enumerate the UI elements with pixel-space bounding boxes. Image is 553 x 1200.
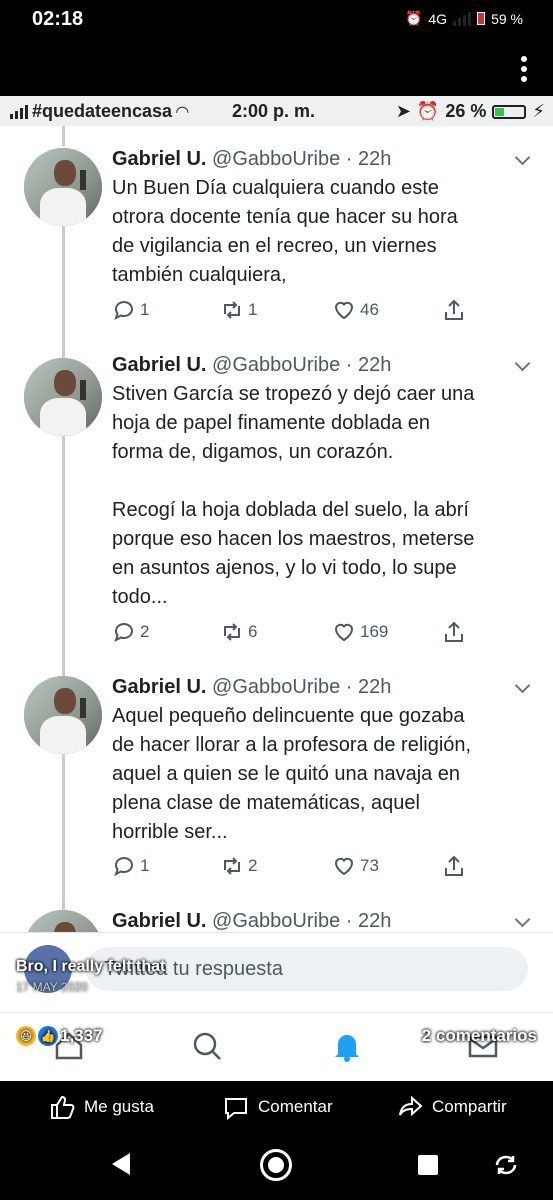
facebook-action-bar: Me gusta Comentar Compartir xyxy=(0,1081,553,1131)
avatar[interactable] xyxy=(24,676,102,754)
reply-icon xyxy=(114,301,133,320)
battery-icon xyxy=(477,12,486,25)
thread-connector xyxy=(62,126,65,146)
post-date: 17 MAY 2020 xyxy=(16,980,88,994)
retweet-button[interactable]: 1 xyxy=(220,298,257,322)
reply-button[interactable]: 1 xyxy=(112,854,149,878)
charging-icon: ⚡ xyxy=(532,101,545,121)
tweet-author[interactable]: Gabriel U. @GabboUribe · 22h xyxy=(112,354,391,377)
reply-icon xyxy=(114,623,133,642)
chevron-down-icon[interactable] xyxy=(515,358,529,372)
screenshot-clock: 2:00 p. m. xyxy=(232,101,316,121)
reaction-count: 1,337 xyxy=(60,1026,103,1045)
heart-icon xyxy=(334,857,354,876)
like-button[interactable]: 46 xyxy=(332,298,379,322)
signal-icon xyxy=(453,11,472,26)
share-button[interactable] xyxy=(442,620,466,644)
screenshot-status-icons: ➤ ⏰ 26 % ⚡ xyxy=(396,101,545,122)
wifi-icon: ◠ xyxy=(176,103,189,121)
phone-status-icons: ⏰ 4G 59 % xyxy=(405,10,523,27)
recent-apps-icon[interactable] xyxy=(418,1155,438,1175)
location-icon: ➤ xyxy=(395,101,411,121)
reply-button[interactable]: 2 xyxy=(112,620,149,644)
chevron-down-icon[interactable] xyxy=(515,914,529,928)
comment-icon xyxy=(225,1098,247,1121)
post-title: Bro, I really felt that xyxy=(16,958,166,975)
thread-connector xyxy=(62,224,65,358)
tweet-author[interactable]: Gabriel U. @GabboUribe · 22h xyxy=(112,910,391,933)
heart-icon xyxy=(334,623,354,642)
thumbs-up-icon xyxy=(51,1095,75,1119)
more-options-icon[interactable] xyxy=(519,56,529,86)
share-arrow-icon xyxy=(399,1095,423,1117)
screenshot-status-bar: #quedateencasa ◠ 2:00 p. m. ➤ ⏰ 26 % ⚡ xyxy=(0,96,553,126)
phone-status-bar: 02:18 ⏰ 4G 59 % xyxy=(0,0,553,40)
comments-count[interactable]: 2 comentarios xyxy=(422,1026,537,1046)
retweet-button[interactable]: 2 xyxy=(220,854,257,878)
retweet-button[interactable]: 6 xyxy=(220,620,257,644)
avatar[interactable] xyxy=(24,148,102,226)
tweet-actions: 1 2 73 xyxy=(112,854,472,880)
heart-icon xyxy=(334,301,354,320)
android-nav-bar xyxy=(0,1131,553,1200)
retweet-icon xyxy=(224,623,240,641)
shared-screenshot: #quedateencasa ◠ 2:00 p. m. ➤ ⏰ 26 % ⚡ G… xyxy=(0,96,553,1081)
chevron-down-icon[interactable] xyxy=(515,680,529,694)
phone-clock: 02:18 xyxy=(32,8,84,30)
like-button[interactable]: 73 xyxy=(332,854,379,878)
share-button[interactable] xyxy=(442,854,466,878)
avatar[interactable] xyxy=(24,358,102,436)
screenshot-battery-text: 26 % xyxy=(445,101,487,121)
alarm-icon: ⏰ xyxy=(404,10,423,26)
like-reaction-icon: 👍 xyxy=(38,1026,58,1046)
tweet-text: Stiven García se tropezó y dejó caer una… xyxy=(112,383,475,608)
search-icon[interactable] xyxy=(190,1029,224,1063)
thread-connector xyxy=(62,436,65,676)
signal-icon xyxy=(10,104,28,119)
chevron-down-icon[interactable] xyxy=(515,152,529,166)
notifications-bell-icon[interactable] xyxy=(330,1029,364,1063)
screenshot-carrier: #quedateencasa ◠ xyxy=(10,101,188,122)
retweet-icon xyxy=(224,857,240,875)
phone-battery-text: 59 % xyxy=(491,10,523,27)
tweet-actions: 2 6 169 xyxy=(112,620,472,646)
twitter-tab-bar xyxy=(0,1012,553,1081)
like-button[interactable]: Me gusta xyxy=(48,1093,154,1121)
reaction-summary[interactable]: 😆 👍 1,337 xyxy=(16,1026,103,1046)
thread-connector xyxy=(62,754,65,914)
share-button[interactable] xyxy=(442,298,466,322)
carrier-label: #quedateencasa xyxy=(32,101,173,121)
share-icon xyxy=(445,299,463,320)
tweet-author[interactable]: Gabriel U. @GabboUribe · 22h xyxy=(112,148,391,171)
like-button[interactable]: 169 xyxy=(332,620,388,644)
retweet-icon xyxy=(224,301,240,319)
tweet-actions: 1 1 46 xyxy=(112,298,472,324)
reply-button[interactable]: 1 xyxy=(112,298,149,322)
alarm-icon: ⏰ xyxy=(416,101,440,121)
tweet-text: Aquel pequeño delincuente que gozaba de h… xyxy=(112,705,472,843)
comment-button[interactable]: Comentar xyxy=(222,1093,333,1121)
network-label: 4G xyxy=(428,10,448,27)
haha-reaction-icon: 😆 xyxy=(16,1026,36,1046)
share-icon xyxy=(445,855,463,876)
home-button-icon[interactable] xyxy=(260,1149,292,1181)
share-button[interactable]: Compartir xyxy=(396,1093,507,1121)
image-viewer-header xyxy=(0,40,553,96)
tweet-author[interactable]: Gabriel U. @GabboUribe · 22h xyxy=(112,676,391,699)
battery-icon xyxy=(492,104,527,119)
back-icon[interactable] xyxy=(112,1153,130,1175)
tweet-text: Un Buen Día cualquiera cuando este otrora… xyxy=(112,177,458,286)
share-icon xyxy=(445,621,463,642)
reply-icon xyxy=(114,857,133,876)
rotate-icon[interactable] xyxy=(493,1153,519,1177)
